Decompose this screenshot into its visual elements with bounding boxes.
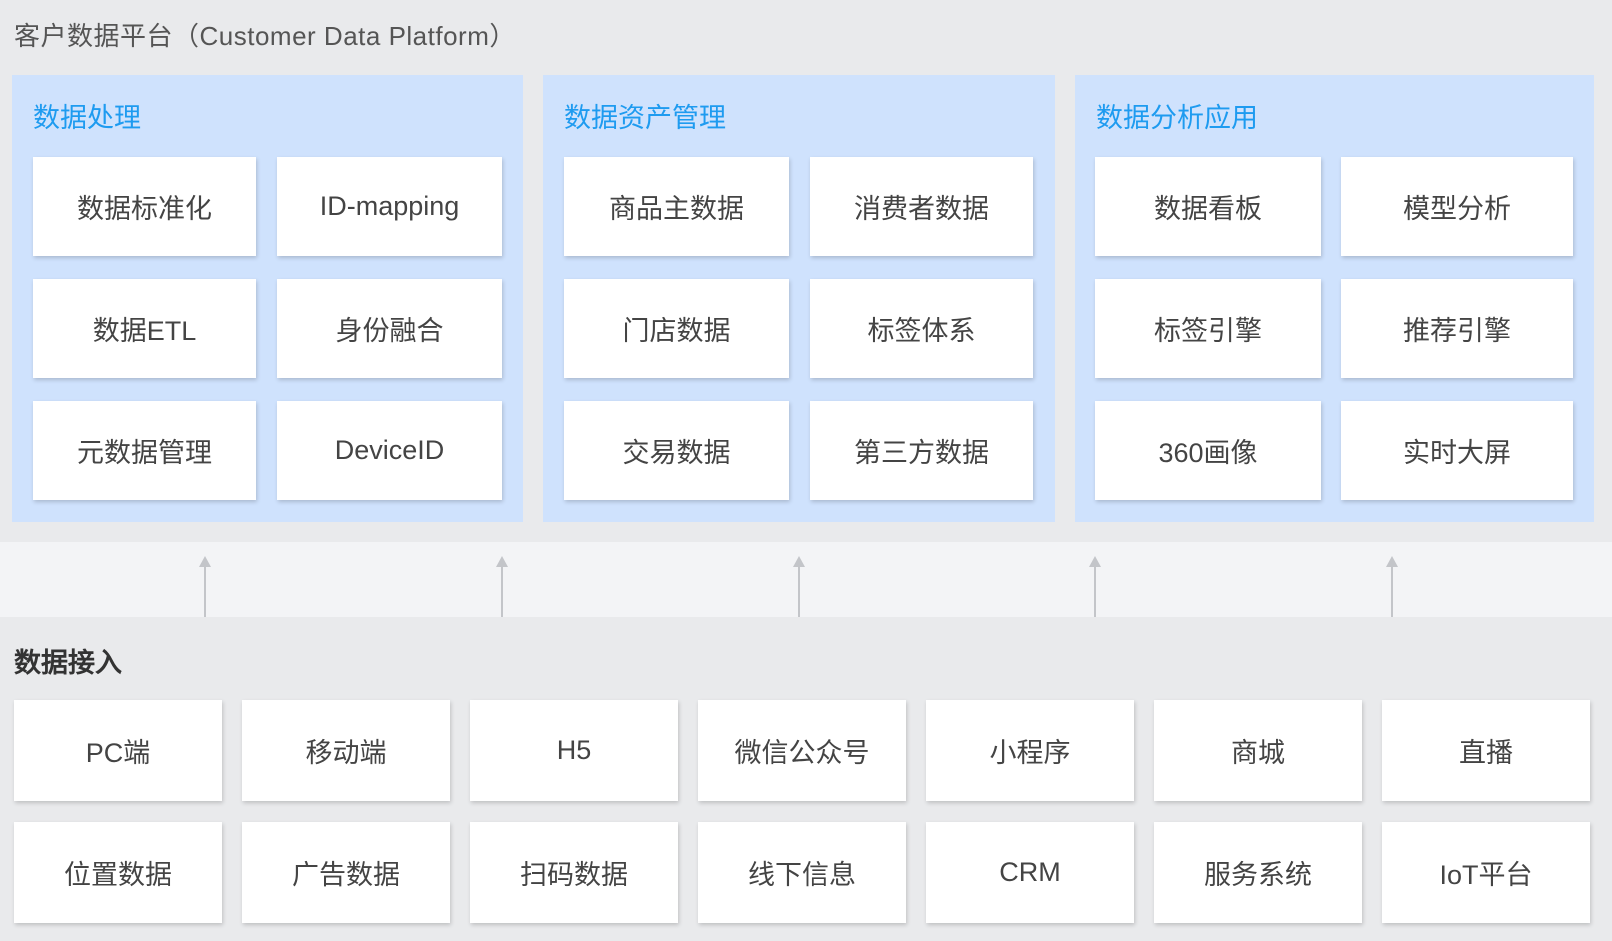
data-access-section: 数据接入 PC端 移动端 H5 微信公众号 小程序 商城 直播 位置数据 广告数… — [0, 617, 1612, 941]
source-wechat-official-account[interactable]: 微信公众号 — [698, 700, 906, 801]
page-title: 客户数据平台（Customer Data Platform） — [14, 21, 516, 51]
panel-data-asset-management: 数据资产管理 商品主数据 消费者数据 门店数据 标签体系 交易数据 第三方数据 — [543, 75, 1055, 522]
card-third-party-data[interactable]: 第三方数据 — [810, 401, 1033, 500]
up-arrow-icon — [1089, 556, 1101, 617]
section-title: 数据接入 — [14, 648, 122, 678]
source-h5[interactable]: H5 — [470, 700, 678, 801]
panel-title: 数据资产管理 — [564, 103, 726, 133]
card-realtime-screen[interactable]: 实时大屏 — [1341, 401, 1573, 500]
card-tag-system[interactable]: 标签体系 — [810, 279, 1033, 378]
up-arrow-icon — [793, 556, 805, 617]
card-identity-fusion[interactable]: 身份融合 — [277, 279, 502, 378]
source-mall[interactable]: 商城 — [1154, 700, 1362, 801]
up-arrow-icon — [199, 556, 211, 617]
source-mobile[interactable]: 移动端 — [242, 700, 450, 801]
card-transaction-data[interactable]: 交易数据 — [564, 401, 789, 500]
card-product-master-data[interactable]: 商品主数据 — [564, 157, 789, 256]
card-model-analysis[interactable]: 模型分析 — [1341, 157, 1573, 256]
up-arrow-icon — [496, 556, 508, 617]
panel-data-processing: 数据处理 数据标准化 ID-mapping 数据ETL 身份融合 元数据管理 D… — [12, 75, 523, 522]
card-data-dashboard[interactable]: 数据看板 — [1095, 157, 1321, 256]
source-service-system[interactable]: 服务系统 — [1154, 822, 1362, 923]
card-metadata-management[interactable]: 元数据管理 — [33, 401, 256, 500]
card-device-id[interactable]: DeviceID — [277, 401, 502, 500]
panel-data-analysis-apps: 数据分析应用 数据看板 模型分析 标签引擎 推荐引擎 360画像 实时大屏 — [1075, 75, 1594, 522]
card-360-profile[interactable]: 360画像 — [1095, 401, 1321, 500]
source-crm[interactable]: CRM — [926, 822, 1134, 923]
panel-title: 数据处理 — [33, 103, 141, 133]
source-offline-info[interactable]: 线下信息 — [698, 822, 906, 923]
arrow-strip — [0, 542, 1612, 617]
card-id-mapping[interactable]: ID-mapping — [277, 157, 502, 256]
card-consumer-data[interactable]: 消费者数据 — [810, 157, 1033, 256]
source-ad-data[interactable]: 广告数据 — [242, 822, 450, 923]
source-live-stream[interactable]: 直播 — [1382, 700, 1590, 801]
panel-title: 数据分析应用 — [1096, 103, 1258, 133]
source-scan-data[interactable]: 扫码数据 — [470, 822, 678, 923]
card-tag-engine[interactable]: 标签引擎 — [1095, 279, 1321, 378]
card-store-data[interactable]: 门店数据 — [564, 279, 789, 378]
source-mini-program[interactable]: 小程序 — [926, 700, 1134, 801]
top-area: 客户数据平台（Customer Data Platform） 数据处理 数据标准… — [0, 0, 1612, 542]
card-recommendation-engine[interactable]: 推荐引擎 — [1341, 279, 1573, 378]
card-data-standardization[interactable]: 数据标准化 — [33, 157, 256, 256]
source-pc[interactable]: PC端 — [14, 700, 222, 801]
source-location-data[interactable]: 位置数据 — [14, 822, 222, 923]
up-arrow-icon — [1386, 556, 1398, 617]
card-data-etl[interactable]: 数据ETL — [33, 279, 256, 378]
source-iot-platform[interactable]: IoT平台 — [1382, 822, 1590, 923]
